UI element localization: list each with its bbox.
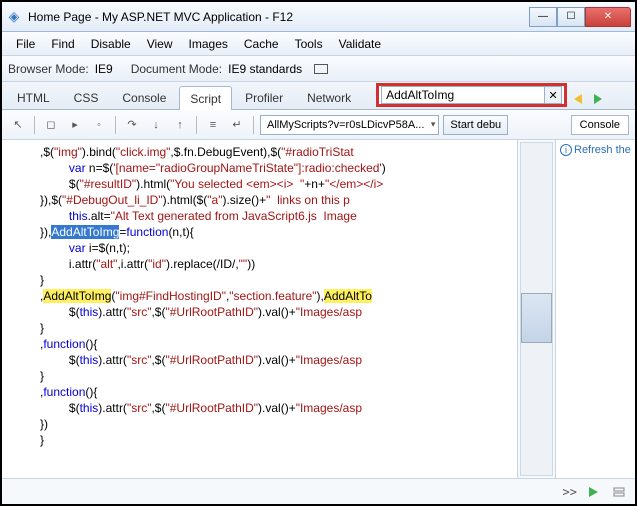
stop-icon[interactable]: ◻	[41, 115, 61, 135]
step-into-icon[interactable]: ↓	[146, 115, 166, 135]
step-over-icon[interactable]: ↷	[122, 115, 142, 135]
search-container: ✕	[376, 83, 567, 107]
menu-validate[interactable]: Validate	[331, 34, 389, 54]
menu-disable[interactable]: Disable	[83, 34, 139, 54]
mode-toolbar: Browser Mode: IE9 Document Mode: IE9 sta…	[2, 56, 635, 82]
play-icon[interactable]: ▸	[65, 115, 85, 135]
search-input[interactable]	[381, 86, 545, 104]
script-file-name: AllMyScripts?v=r0sLDicvP58A...	[267, 119, 424, 131]
scroll-thumb[interactable]	[521, 293, 552, 343]
script-toolbar: ↖ ◻ ▸ ◦ ↷ ↓ ↑ ≡ ↵ AllMyScripts?v=r0sLDic…	[2, 110, 635, 140]
tab-console[interactable]: Console	[111, 85, 177, 109]
tab-css[interactable]: CSS	[63, 85, 110, 109]
info-icon: i	[560, 144, 572, 156]
menu-images[interactable]: Images	[181, 34, 236, 54]
break-icon[interactable]: ◦	[89, 115, 109, 135]
match-current: AddAltToImg	[51, 225, 119, 239]
document-mode-value[interactable]: IE9 standards	[228, 62, 302, 76]
titlebar: ◈ Home Page - My ASP.NET MVC Application…	[2, 2, 635, 32]
close-button[interactable]: ✕	[585, 7, 631, 27]
multiline-button[interactable]	[609, 482, 629, 502]
app-icon: ◈	[6, 9, 22, 25]
code-editor[interactable]: ,$("img").bind("click.img",$.fn.DebugEve…	[2, 140, 517, 478]
script-file-dropdown[interactable]: AllMyScripts?v=r0sLDicvP58A...	[260, 115, 439, 135]
menu-file[interactable]: File	[8, 34, 43, 54]
window-title: Home Page - My ASP.NET MVC Application -…	[28, 10, 529, 24]
match-other: AddAltTo	[324, 289, 372, 303]
search-clear-button[interactable]: ✕	[544, 86, 562, 104]
info-text: Refresh the	[574, 144, 631, 156]
tab-script[interactable]: Script	[179, 86, 232, 110]
view-mode-icon[interactable]	[314, 64, 328, 74]
browser-mode-value[interactable]: IE9	[95, 62, 113, 76]
format-icon[interactable]: ≡	[203, 115, 223, 135]
step-out-icon[interactable]: ↑	[170, 115, 190, 135]
menu-cache[interactable]: Cache	[236, 34, 287, 54]
menubar: File Find Disable View Images Cache Tool…	[2, 32, 635, 56]
console-pane: iRefresh the	[555, 140, 635, 478]
match-other: AddAltToImg	[43, 289, 111, 303]
select-element-icon[interactable]: ↖	[8, 115, 28, 135]
tab-html[interactable]: HTML	[6, 85, 61, 109]
right-tab-console[interactable]: Console	[571, 115, 629, 135]
menu-view[interactable]: View	[139, 34, 181, 54]
wrap-icon[interactable]: ↵	[227, 115, 247, 135]
console-prompt[interactable]: >>	[563, 485, 577, 499]
console-input-bar: >>	[2, 478, 635, 504]
search-prev-button[interactable]	[571, 91, 587, 107]
start-debug-button[interactable]: Start debu	[443, 115, 508, 135]
search-next-button[interactable]	[589, 91, 605, 107]
maximize-button[interactable]: ☐	[557, 7, 585, 27]
minimize-button[interactable]: —	[529, 7, 557, 27]
run-script-button[interactable]	[583, 482, 603, 502]
browser-mode-label: Browser Mode:	[8, 62, 89, 76]
menu-tools[interactable]: Tools	[287, 34, 331, 54]
menu-find[interactable]: Find	[43, 34, 82, 54]
vertical-scrollbar[interactable]	[517, 140, 555, 478]
document-mode-label: Document Mode:	[131, 62, 222, 76]
tab-network[interactable]: Network	[296, 85, 362, 109]
panel-tabs: HTML CSS Console Script Profiler Network…	[2, 82, 635, 110]
tab-profiler[interactable]: Profiler	[234, 85, 294, 109]
